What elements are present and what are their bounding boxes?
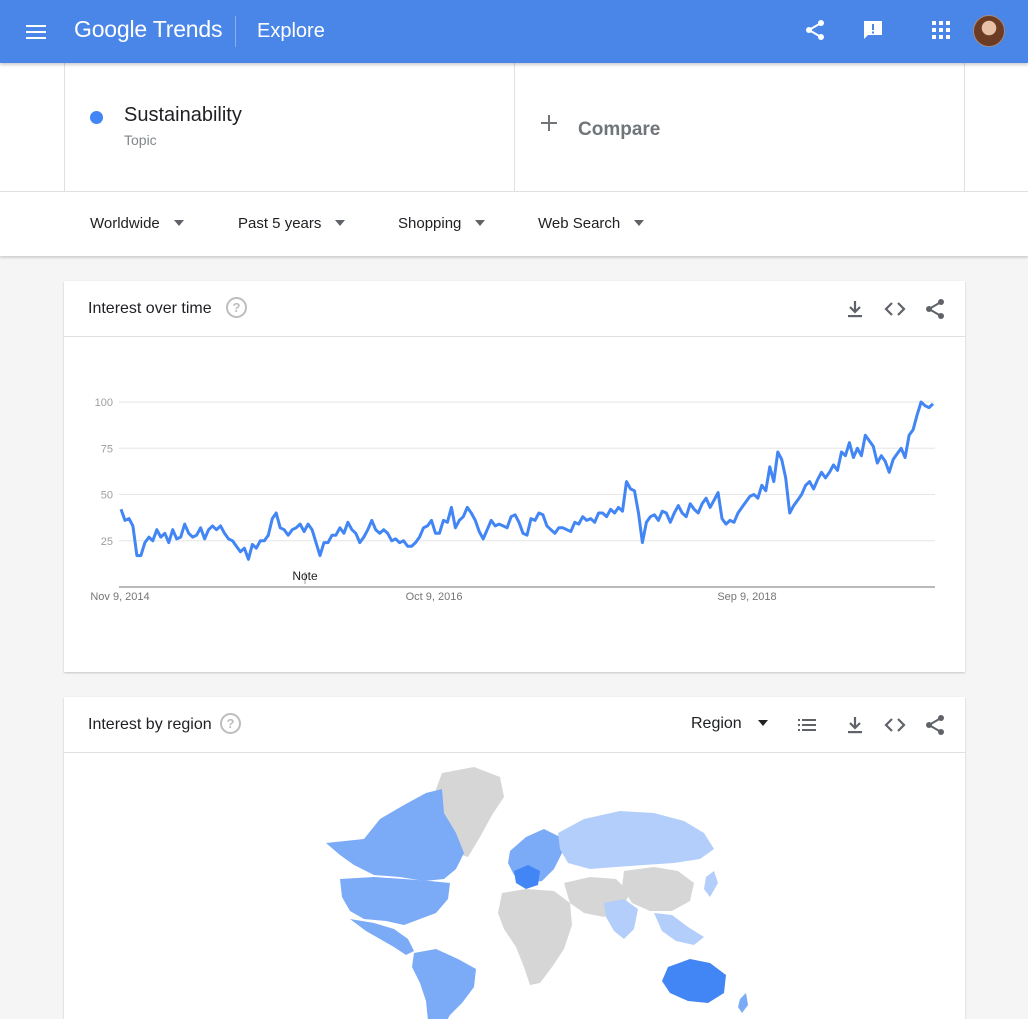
compare-button[interactable]: Compare [515,63,965,191]
filter-bar: Worldwide Past 5 years Shopping Web Sear… [0,192,1028,256]
embed-icon[interactable] [883,297,907,321]
map-region-new-zealand[interactable] [738,993,748,1013]
x-tick-label: Oct 9, 2016 [406,591,463,603]
interest-over-time-card: Interest over time ? 25 50 75 100 Nov 9, 20… [64,281,965,672]
google-trends-logo[interactable]: Google Trends [74,16,222,43]
chevron-down-icon [634,220,645,226]
interest-over-time-chart: 25 50 75 100 Nov 9, 2014 Oct 9, 2016 Sep 9, 2… [90,397,935,603]
compare-label: Compare [578,119,661,140]
map-region-russia[interactable] [558,811,714,869]
location-filter-label: Worldwide [90,215,160,232]
y-tick-label: 100 [95,397,113,409]
header-divider [235,16,236,47]
time-filter-label: Past 5 years [238,215,322,232]
plus-icon [541,115,557,131]
logo-trends: Trends [152,16,223,42]
share-icon[interactable] [923,297,947,321]
share-icon[interactable] [923,713,947,737]
map-region-africa[interactable] [498,889,572,985]
y-tick-label: 25 [101,536,113,548]
term-name: Sustainability [124,104,242,126]
account-avatar[interactable] [973,15,1005,47]
apps-icon[interactable] [929,18,953,42]
chevron-down-icon [173,220,184,226]
download-icon[interactable] [843,713,867,737]
help-icon[interactable]: ? [220,713,241,734]
app-header: Google Trends Explore [0,0,1028,63]
card-header: Interest by region ? Region [64,697,965,753]
share-icon[interactable] [803,18,827,42]
note-label[interactable]: Note [292,569,318,583]
x-tick-label: Sep 9, 2018 [717,591,776,603]
chart-gridlines [119,401,935,588]
card-header: Interest over time ? [64,281,965,337]
time-filter[interactable]: Past 5 years [238,215,346,232]
map-region-southeast-asia[interactable] [654,913,704,945]
map-region-japan[interactable] [704,871,718,897]
feedback-icon[interactable] [861,18,885,42]
category-filter[interactable]: Shopping [398,215,486,232]
page-title: Explore [257,20,325,42]
term-color-dot [90,111,103,124]
map-region-united-states[interactable] [340,877,450,925]
chart-x-ticks: Nov 9, 2014 Oct 9, 2016 Sep 9, 2018 [90,591,776,603]
x-tick-label: Nov 9, 2014 [90,591,149,603]
embed-icon[interactable] [883,713,907,737]
chevron-down-icon [475,220,486,226]
search-term-card[interactable]: Sustainability Topic [64,63,515,191]
map-region-china[interactable] [622,867,694,911]
y-tick-label: 75 [101,443,113,455]
location-filter[interactable]: Worldwide [90,215,184,232]
series-line-sustainability [119,400,935,561]
category-filter-label: Shopping [398,215,462,232]
map-region-india[interactable] [604,899,638,939]
term-type: Topic [124,132,157,148]
map-region-australia[interactable] [662,959,726,1003]
chart-y-ticks: 25 50 75 100 [95,397,113,548]
y-tick-label: 50 [101,490,113,502]
card-title: Interest by region [88,716,212,733]
world-map[interactable] [64,753,965,1019]
help-icon[interactable]: ? [226,297,247,318]
interest-by-region-card: Interest by region ? Region [64,697,965,1019]
search-term-row: Sustainability Topic Compare [0,63,1028,192]
chevron-down-icon [757,720,768,726]
property-filter-label: Web Search [538,215,621,232]
chevron-down-icon [335,220,346,226]
list-view-icon[interactable] [795,713,819,737]
menu-icon[interactable] [20,20,52,44]
property-filter[interactable]: Web Search [538,215,645,232]
card-title: Interest over time [88,300,212,317]
logo-google: Google [74,16,147,42]
region-resolution-select[interactable]: Region [691,715,768,733]
download-icon[interactable] [843,297,867,321]
map-region-south-america[interactable] [412,949,476,1019]
region-resolution-label: Region [691,715,742,732]
